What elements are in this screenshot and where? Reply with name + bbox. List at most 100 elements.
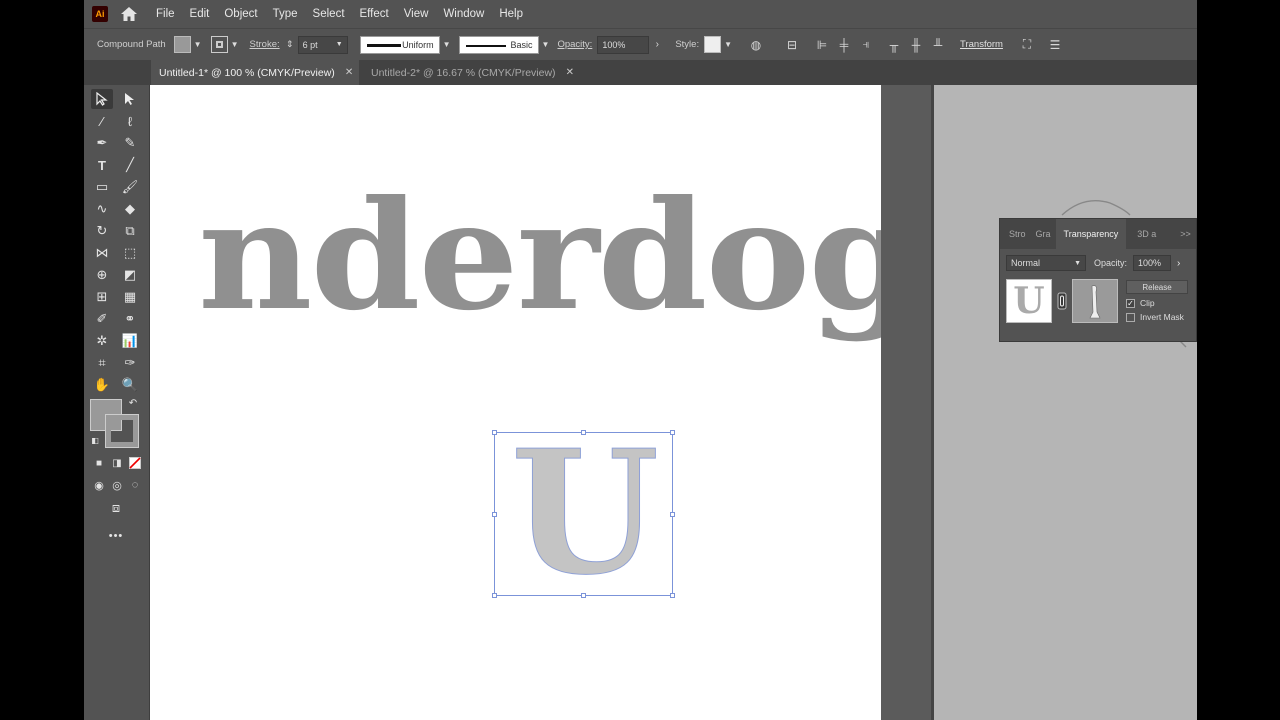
release-button[interactable]: Release [1126, 280, 1188, 294]
close-icon[interactable]: ✕ [345, 67, 353, 78]
tab-untitled-1[interactable]: Untitled-1* @ 100 % (CMYK/Preview) ✕ [151, 60, 360, 85]
default-colors-icon[interactable]: ◧ [88, 433, 102, 447]
paintbrush-icon[interactable]: 🖌 [119, 177, 141, 197]
align-top-icon[interactable]: ╥ [886, 38, 902, 52]
clip-checkbox[interactable]: ✓ [1126, 298, 1135, 308]
opacity-label[interactable]: Opacity: [557, 39, 592, 50]
tab-untitled-2[interactable]: Untitled-2* @ 16.67 % (CMYK/Preview) ✕ [363, 60, 580, 85]
menu-effect[interactable]: Effect [360, 8, 389, 20]
pasteboard-area[interactable] [881, 85, 931, 720]
stroke-weight-field[interactable]: 6 pt ▼ [297, 35, 348, 54]
clip-option[interactable]: ✓ Clip [1126, 298, 1188, 308]
fill-swatch[interactable] [173, 36, 191, 53]
menu-window[interactable]: Window [443, 8, 484, 20]
pen-tool-icon[interactable]: ✒ [91, 133, 113, 153]
blend-tool-icon[interactable]: ⚭ [119, 309, 141, 329]
transform-link[interactable]: Transform [960, 39, 1003, 50]
chevron-down-icon[interactable]: ▼ [443, 40, 451, 49]
zoom-tool-icon[interactable]: 🔍 [119, 375, 141, 395]
stroke-label[interactable]: Stroke: [250, 39, 280, 50]
invert-mask-option[interactable]: Invert Mask [1126, 312, 1188, 322]
word-artwork[interactable]: nderdog [198, 181, 919, 331]
type-tool-icon[interactable]: T [91, 155, 113, 175]
rotate-tool-icon[interactable]: ↻ [91, 221, 113, 241]
draw-inside-icon[interactable]: ◌ [124, 475, 146, 495]
align-bottom-icon[interactable]: ╨ [930, 38, 946, 52]
opacity-field[interactable]: 100% [597, 35, 650, 54]
live-paint-icon[interactable]: ◩ [119, 265, 141, 285]
symbol-sprayer-icon[interactable]: ✲ [91, 331, 113, 351]
blend-mode-select[interactable]: Normal ▼ [1006, 255, 1086, 271]
stroke-color-swatch[interactable] [105, 414, 139, 448]
mesh-tool-icon[interactable]: ⊞ [91, 287, 113, 307]
selection-bounding-box[interactable] [494, 432, 673, 596]
eraser-icon[interactable]: ◆ [119, 199, 141, 219]
align-center-icon[interactable]: ╪ [836, 38, 852, 52]
resize-handle[interactable] [492, 430, 497, 435]
chevron-down-icon[interactable]: ▼ [542, 40, 550, 49]
none-mode-icon[interactable] [124, 453, 146, 473]
canvas-pasteboard[interactable]: nderdog U [150, 85, 1197, 720]
resize-handle[interactable] [492, 593, 497, 598]
gradient-tool-icon[interactable]: ▦ [119, 287, 141, 307]
align-middle-icon[interactable]: ╫ [908, 38, 924, 52]
resize-handle[interactable] [581, 593, 586, 598]
stepper-icon[interactable]: ⇕ [282, 38, 298, 52]
menu-help[interactable]: Help [499, 8, 523, 20]
curvature-tool-icon[interactable]: ✎ [119, 133, 141, 153]
chevron-down-icon[interactable]: ▼ [194, 40, 202, 49]
menu-object[interactable]: Object [224, 8, 257, 20]
resize-handle[interactable] [670, 512, 675, 517]
chevron-down-icon[interactable]: ▼ [336, 41, 343, 48]
tab-3d[interactable]: 3D a [1132, 229, 1161, 239]
eyedropper-icon[interactable]: ✐ [91, 309, 113, 329]
mask-thumbnail[interactable] [1072, 279, 1118, 323]
artboard-tool-icon[interactable]: ⌗ [91, 353, 113, 373]
resize-handle[interactable] [492, 512, 497, 517]
screen-mode-icon[interactable]: ⧈ [105, 498, 127, 518]
close-icon[interactable]: ✕ [566, 67, 574, 78]
scale-tool-icon[interactable]: ⧉ [119, 221, 141, 241]
stroke-profile-preview[interactable]: Uniform [359, 35, 440, 54]
globe-icon[interactable]: ◍ [748, 38, 764, 52]
menu-edit[interactable]: Edit [190, 8, 210, 20]
isolate-icon[interactable]: ⛶ [1019, 37, 1035, 52]
swap-colors-icon[interactable]: ↶ [124, 395, 142, 411]
resize-handle[interactable] [670, 430, 675, 435]
link-icon[interactable] [1056, 291, 1068, 311]
rectangle-tool-icon[interactable]: ▭ [91, 177, 113, 197]
artwork-thumbnail[interactable]: U [1006, 279, 1052, 323]
second-document-view[interactable] [931, 85, 1197, 720]
slice-tool-icon[interactable]: ✑ [119, 353, 141, 373]
menu-view[interactable]: View [404, 8, 429, 20]
magic-wand-icon[interactable]: ⁄ [91, 111, 113, 131]
graphic-style-swatch[interactable] [704, 36, 722, 53]
width-tool-icon[interactable]: ⋈ [91, 243, 113, 263]
tab-transparency[interactable]: Transparency [1055, 219, 1127, 249]
shape-builder-icon[interactable]: ⊕ [91, 265, 113, 285]
brush-definition-preview[interactable]: Basic [458, 35, 539, 54]
edit-toolbar-icon[interactable]: ••• [105, 526, 127, 546]
chevron-down-icon[interactable]: ▼ [231, 40, 239, 49]
resize-handle[interactable] [581, 430, 586, 435]
artboard[interactable]: nderdog U [150, 85, 919, 720]
tab-stroke[interactable]: Stro [1004, 229, 1031, 239]
stroke-swatch[interactable] [210, 36, 228, 53]
free-transform-icon[interactable]: ⬚ [119, 243, 141, 263]
resize-handle[interactable] [670, 593, 675, 598]
invert-mask-checkbox[interactable] [1126, 312, 1135, 322]
panel-menu-icon[interactable]: ☰ [1047, 38, 1063, 52]
selection-tool-icon[interactable] [91, 89, 113, 109]
align-left-icon[interactable]: ⊫ [814, 38, 830, 52]
lasso-icon[interactable]: ℓ [119, 111, 141, 131]
opacity-field[interactable]: 100% [1133, 255, 1172, 271]
align-to-icon[interactable]: ⊟ [784, 38, 800, 52]
panel-overflow-icon[interactable]: >> [1175, 229, 1196, 239]
menu-file[interactable]: File [156, 8, 175, 20]
align-right-icon[interactable]: ⫣ [858, 37, 874, 52]
direct-selection-tool-icon[interactable] [119, 89, 141, 109]
tab-gradient[interactable]: Gra [1031, 229, 1056, 239]
home-icon[interactable] [119, 4, 139, 24]
hand-tool-icon[interactable]: ✋ [91, 375, 113, 395]
chevron-right-icon[interactable]: › [1177, 258, 1180, 269]
